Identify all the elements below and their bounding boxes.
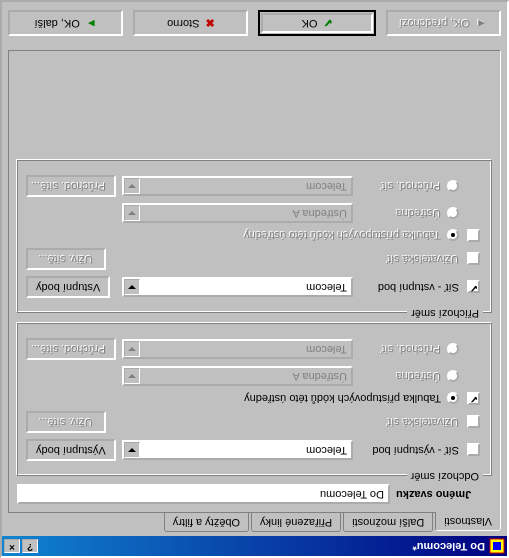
- tab-dalsi-moznosti[interactable]: Další možnosti: [343, 513, 433, 532]
- in-pbx-combo: Ústředna A: [122, 203, 353, 223]
- chevron-down-icon[interactable]: [124, 279, 140, 295]
- out-transit-combo: Telecom: [122, 339, 353, 359]
- ok-next-button[interactable]: ► OK, další: [8, 10, 123, 36]
- in-pbx-label: Ústředna: [396, 207, 441, 219]
- tab-panel: Jméno svazku Odchozí směr Síť - výstupní…: [8, 50, 501, 513]
- out-route-checkbox[interactable]: ✔: [468, 392, 481, 405]
- chevron-down-icon[interactable]: [124, 442, 140, 458]
- out-exit-checkbox[interactable]: [468, 444, 481, 457]
- arrow-left-icon: ◄: [476, 17, 487, 29]
- out-pbx-combo: Ústředna A: [122, 366, 353, 386]
- titlebar: Do Telecomu* ? ×: [2, 536, 507, 556]
- dialog-button-bar: ◄ OK, předchozí ✔ OK ✖ Storno ► OK, dalš…: [2, 2, 507, 44]
- check-icon: ✔: [323, 17, 332, 30]
- in-entry-checkbox[interactable]: ✔: [468, 281, 481, 294]
- ok-button[interactable]: ✔ OK: [259, 10, 376, 36]
- bundle-name-label: Jméno svazku: [396, 488, 492, 500]
- in-transit-label: Průchod. síť: [381, 180, 441, 192]
- out-user-net-button[interactable]: Uživ. sítě...: [26, 411, 106, 433]
- out-codes-label: Tabulka přístupových kódů této ústředny: [244, 393, 441, 405]
- tab-vlastnosti[interactable]: Vlastnosti: [435, 512, 501, 531]
- group-outgoing-legend: Odchozí směr: [407, 470, 483, 482]
- out-pbx-radio[interactable]: [447, 370, 459, 382]
- dialog-window: Do Telecomu* ? × Vlastnosti Další možnos…: [0, 0, 509, 558]
- out-codes-radio[interactable]: [447, 393, 459, 405]
- chevron-down-icon: [124, 178, 140, 194]
- in-user-net-button[interactable]: Uživ. sítě...: [26, 248, 106, 270]
- out-exit-label: Síť - výstupní bod: [372, 444, 459, 456]
- bundle-name-input[interactable]: [17, 484, 390, 504]
- in-user-checkbox[interactable]: [468, 253, 481, 266]
- in-user-label: Uživatelská síť: [387, 253, 459, 265]
- out-transit-radio[interactable]: [447, 343, 459, 355]
- cancel-button[interactable]: ✖ Storno: [133, 10, 248, 36]
- out-user-checkbox[interactable]: [468, 416, 481, 429]
- chevron-down-icon: [124, 341, 140, 357]
- ok-prev-button[interactable]: ◄ OK, předchozí: [386, 10, 501, 36]
- x-icon: ✖: [205, 17, 214, 30]
- in-transit-radio[interactable]: [447, 180, 459, 192]
- out-exit-points-button[interactable]: Výstupní body: [26, 439, 116, 461]
- group-outgoing: Odchozí směr Síť - výstupní bod Telecom …: [17, 323, 492, 476]
- tab-prirazene-linky[interactable]: Přiřazené linky: [251, 513, 341, 532]
- tab-obezty-a-filtry[interactable]: Oběžty a filtry: [164, 513, 249, 532]
- arrow-right-icon: ►: [86, 17, 97, 29]
- in-entry-points-button[interactable]: Vstupní body: [26, 276, 110, 298]
- in-codes-label: Tabulka přístupových kódů této ústředny: [244, 230, 441, 242]
- in-entry-label: Síť - vstupní bod: [378, 281, 459, 293]
- tabstrip: Vlastnosti Další možnosti Přiřazené link…: [8, 513, 501, 532]
- chevron-down-icon: [124, 368, 140, 384]
- help-button[interactable]: ?: [22, 539, 38, 553]
- out-transit-label: Průchod. síť: [381, 343, 441, 355]
- group-incoming-legend: Příchozí směr: [407, 307, 483, 319]
- app-icon: [489, 538, 505, 554]
- in-pbx-radio[interactable]: [447, 207, 459, 219]
- group-incoming: Příchozí směr ✔ Síť - vstupní bod Teleco…: [17, 160, 492, 313]
- out-user-label: Uživatelská síť: [387, 416, 459, 428]
- chevron-down-icon: [124, 205, 140, 221]
- out-pbx-label: Ústředna: [396, 370, 441, 382]
- in-entry-combo[interactable]: Telecom: [122, 277, 353, 297]
- in-route-checkbox[interactable]: [468, 229, 481, 242]
- out-transit-net-button[interactable]: Průchod. sítě...: [26, 338, 116, 360]
- in-transit-combo: Telecom: [122, 176, 353, 196]
- window-title: Do Telecomu*: [38, 540, 485, 552]
- in-codes-radio[interactable]: [447, 230, 459, 242]
- out-exit-combo[interactable]: Telecom: [122, 440, 353, 460]
- close-button[interactable]: ×: [4, 539, 20, 553]
- in-transit-net-button[interactable]: Průchod. sítě...: [26, 175, 116, 197]
